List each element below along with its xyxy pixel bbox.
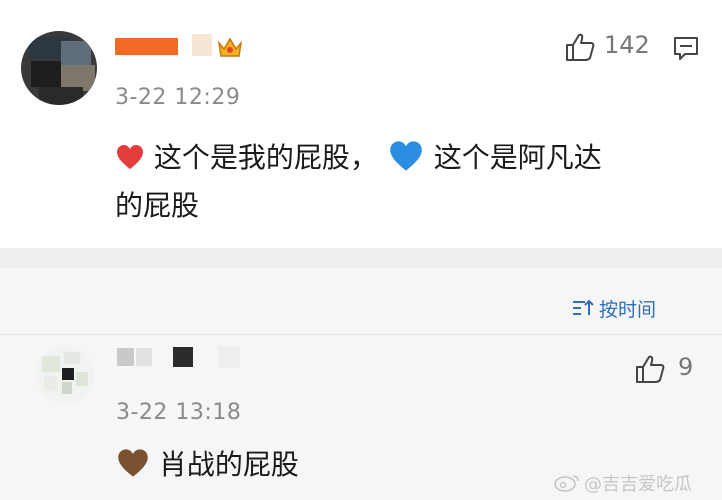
red-heart-icon [115, 141, 154, 174]
blue-heart-icon [378, 141, 434, 174]
comment-text-part1: 这个是我的屁股， [153, 141, 378, 174]
avatar[interactable] [21, 31, 97, 105]
comment-body: 这个是我的屁股， 这个是阿凡达 的屁股 [115, 134, 705, 230]
brown-heart-icon [116, 448, 159, 481]
username-blurred[interactable] [115, 38, 178, 55]
reply-username-blurred-4 [218, 346, 240, 368]
divider [0, 334, 722, 335]
thumbs-up-icon [566, 33, 595, 61]
comment-time: 3-22 12:29 [115, 85, 241, 110]
like-count: 142 [604, 31, 650, 59]
weibo-logo-icon [554, 475, 579, 492]
comment-icon[interactable] [672, 35, 700, 61]
crown-badge-icon [216, 34, 244, 60]
watermark-text: @吉吉爱吃瓜 [584, 474, 692, 495]
reply-username-blurred-3 [173, 347, 193, 367]
like-button[interactable]: 142 [564, 30, 664, 64]
reply-body: 肖战的屁股 [116, 441, 516, 489]
like-count: 9 [678, 353, 694, 381]
comment-text-part2: 这个是阿凡达 [433, 141, 602, 174]
username-blurred-tail [192, 34, 212, 56]
reply-username-blurred-2 [136, 348, 152, 366]
reply-text: 肖战的屁股 [158, 448, 299, 481]
watermark: @吉吉爱吃瓜 [554, 468, 719, 496]
thumbs-up-icon [636, 355, 665, 383]
sort-button[interactable]: 按时间 [571, 295, 671, 321]
reply-username-blurred[interactable] [117, 348, 134, 366]
section-divider [0, 248, 722, 268]
reply-time: 3-22 13:18 [116, 400, 242, 425]
like-button[interactable]: 9 [634, 353, 704, 388]
sort-label: 按时间 [599, 299, 657, 321]
comment-text-line2: 的屁股 [115, 189, 200, 222]
avatar[interactable] [36, 346, 94, 404]
sort-icon [573, 299, 594, 315]
